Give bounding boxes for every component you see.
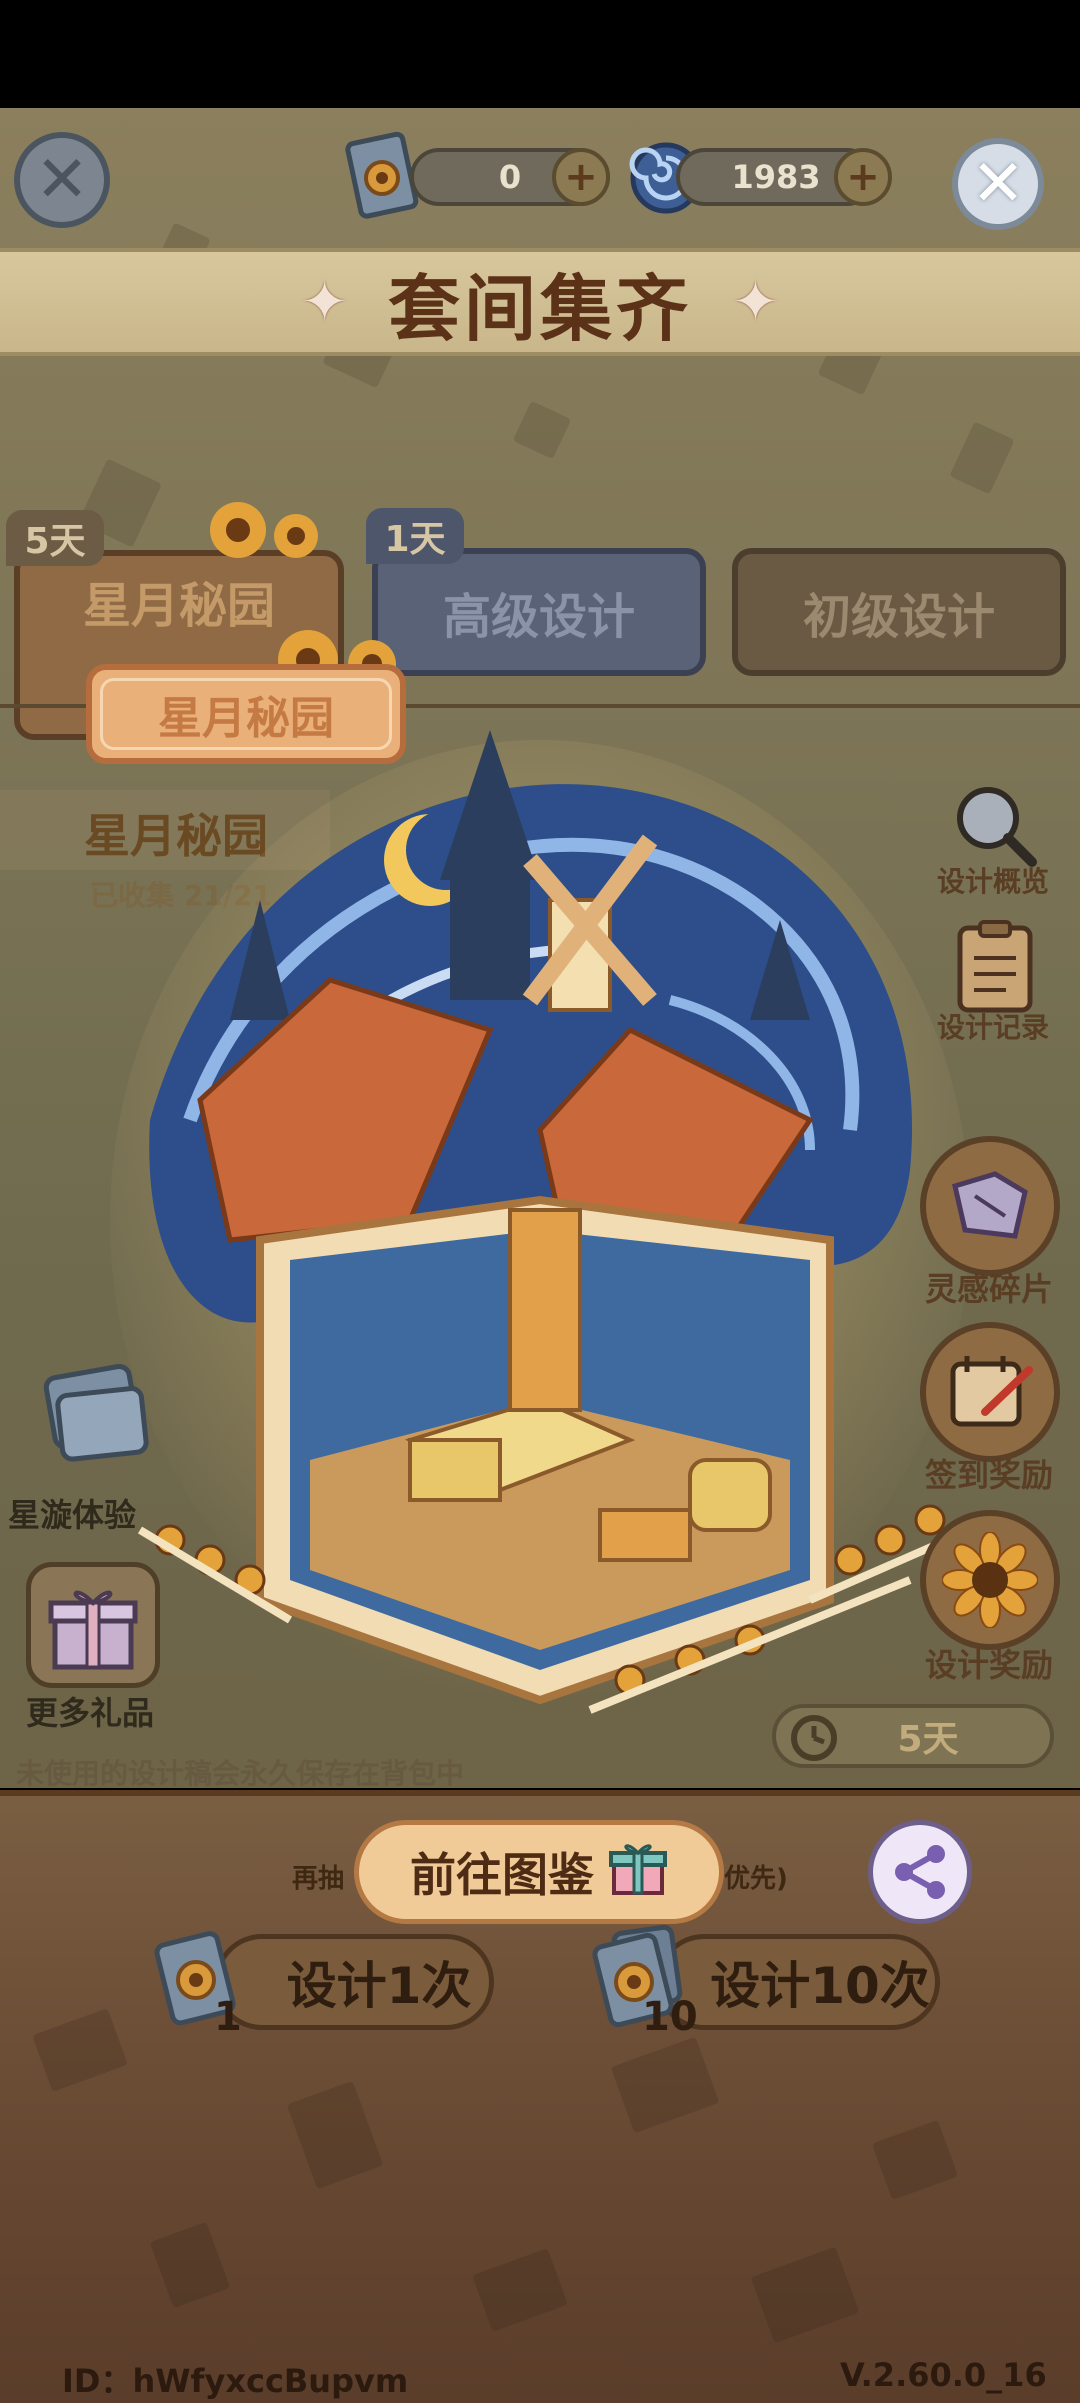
tab-label: 高级设计 — [442, 589, 635, 645]
timer-text: 5天 — [897, 1719, 959, 1760]
goto-gallery-button[interactable]: 前往图鉴 — [354, 1820, 724, 1924]
close-icon: ✕ — [971, 147, 1025, 221]
version-label: V.2.60.0_16 — [840, 2356, 1047, 2394]
draw-once-label: 设计1次 — [286, 1957, 472, 2015]
theme-plaque: 星月秘园 — [86, 664, 406, 764]
signin-reward-button[interactable] — [920, 1322, 1060, 1462]
theme-plaque-label: 星月秘园 — [158, 693, 334, 744]
scroll-ticket-icon — [43, 1363, 149, 1462]
sparkle-icon: ✦ — [301, 269, 348, 335]
add-ticket-button[interactable]: + — [552, 148, 610, 206]
magnifier-icon — [957, 787, 1037, 867]
tab-label: 星月秘园 — [82, 578, 275, 634]
gift-icon — [608, 1837, 668, 1908]
design-reward-button[interactable] — [920, 1510, 1060, 1650]
backpack-hint: 未使用的设计稿会永久保存在背包中 — [16, 1757, 465, 1790]
draw-once-button[interactable]: 设计1次 — [214, 1934, 494, 2030]
close-button[interactable]: ✕ — [952, 138, 1044, 230]
player-id: ID：hWfyxccBupvm — [62, 2362, 409, 2400]
more-gifts-label: 更多礼品 — [26, 1694, 155, 1732]
sunflower-icon — [186, 496, 336, 570]
goto-gallery-label: 前往图鉴 — [410, 1848, 594, 1902]
tab-days-badge: 1天 — [366, 508, 464, 564]
inspiration-fragments-label: 灵感碎片 — [924, 1270, 1053, 1308]
share-button[interactable] — [868, 1820, 972, 1924]
signin-reward-label: 签到奖励 — [924, 1456, 1053, 1494]
close-icon: ✕ — [35, 143, 89, 217]
design-record-label: 设计记录 — [936, 1011, 1049, 1044]
redraw-text-right: 优先) — [724, 1864, 788, 1894]
design-reward-label: 设计奖励 — [924, 1646, 1053, 1684]
plus-icon: + — [564, 154, 598, 200]
calendar-icon — [950, 1356, 1033, 1427]
divider — [0, 1790, 1080, 1796]
clock-icon — [788, 1712, 844, 1773]
share-icon — [895, 1845, 945, 1899]
draw-ten-cost: 10 — [642, 1994, 698, 2040]
clipboard-icon — [957, 920, 1033, 1013]
design-overview-label: 设计概览 — [936, 865, 1049, 898]
tab-label: 初级设计 — [802, 589, 995, 645]
plus-icon: + — [846, 154, 880, 200]
sparkle-icon: ✦ — [732, 269, 779, 335]
banner-title: 套间集齐 — [387, 266, 692, 351]
tab-days-badge: 5天 — [6, 510, 104, 566]
back-button[interactable]: ✕ — [14, 132, 110, 228]
inspiration-fragments-button[interactable] — [920, 1136, 1060, 1276]
sunflower-icon — [942, 1532, 1038, 1628]
set-complete-banner: ✦ 套间集齐 ✦ — [0, 248, 1080, 356]
more-gifts-button[interactable] — [26, 1562, 160, 1688]
draw-ten-button[interactable]: 设计10次 — [656, 1934, 940, 2030]
tab-basic-design[interactable]: 初级设计 — [732, 548, 1066, 676]
tab-advanced-design[interactable]: 高级设计 — [372, 548, 706, 676]
redraw-text-left: 再抽 — [292, 1864, 345, 1894]
fragment-map-icon — [952, 1171, 1028, 1239]
design-record-button[interactable] — [950, 918, 1040, 1018]
star-swirl-trial-button[interactable] — [30, 1356, 150, 1470]
draw-ten-label: 设计10次 — [710, 1957, 930, 2015]
starry-room-illustration — [110, 700, 980, 1780]
star-swirl-trial-label: 星漩体验 — [8, 1496, 137, 1534]
event-timer: 5天 — [772, 1704, 1054, 1768]
draw-once-cost: 1 — [214, 1994, 242, 2040]
gift-icon — [48, 1590, 138, 1670]
add-swirl-button[interactable]: + — [834, 148, 892, 206]
